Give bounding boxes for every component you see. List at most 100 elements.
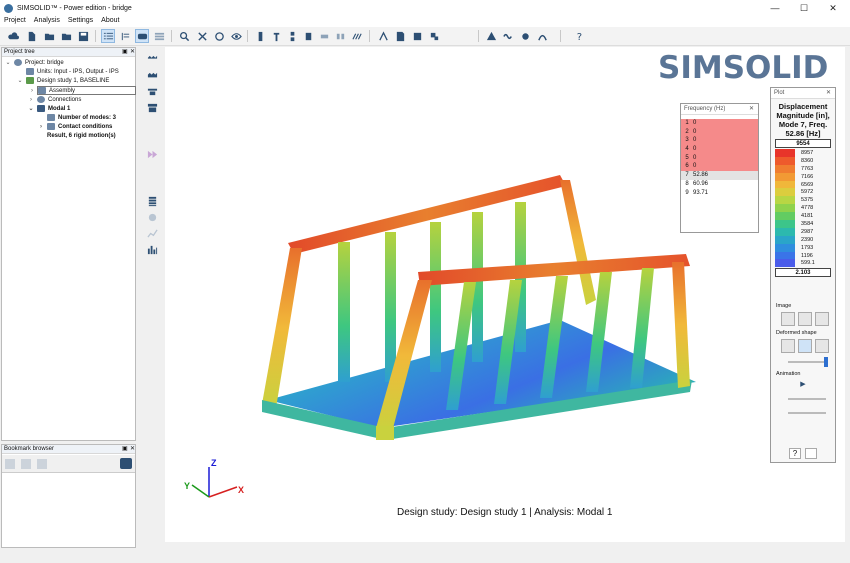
image-style-3-button[interactable] [815,312,829,327]
bookmark-browser-panel: Bookmark browser ▣ ✕ [1,444,136,548]
tree-item-design-study[interactable]: ⌄ Design study 1, BASELINE [17,77,109,86]
close-icon[interactable]: ✕ [826,88,831,99]
tree-item-modal[interactable]: ⌄ Modal 1 [28,105,70,114]
close-icon[interactable]: ✕ [130,445,135,454]
chart-icon[interactable] [393,29,407,43]
spring-connector-icon[interactable] [253,29,267,43]
legend-value: 2390 [801,236,814,243]
legend-swatch [775,180,795,189]
save-icon[interactable] [76,29,90,43]
legend-entry: 599.1 [775,259,835,268]
isolate-icon[interactable] [212,29,226,43]
properties-icon[interactable] [427,29,441,43]
joint-icon[interactable] [317,29,331,43]
bar-chart-icon[interactable] [146,243,159,255]
help-icon[interactable]: ? [572,29,586,43]
frequency-row[interactable]: 7 52.86 [681,171,758,180]
main-toolbar: ? [0,27,850,46]
zoom-select-icon[interactable] [177,29,191,43]
ruler-icon[interactable] [781,285,795,299]
frequency-row[interactable]: 50 [681,153,758,163]
load-icon[interactable] [146,54,159,66]
bolt-icon[interactable] [269,29,283,43]
tree-item-number-of-modes[interactable]: Number of modes: 3 [47,114,116,123]
menu-project[interactable]: Project [0,16,30,27]
delete-bookmark-icon[interactable] [37,459,47,469]
hatch-icon[interactable] [350,29,364,43]
frequency-row[interactable]: 30 [681,136,758,146]
thermal-load-icon[interactable] [146,101,159,113]
gravity-icon[interactable] [146,85,159,97]
tree-item-units[interactable]: Units: Input - IPS, Output - IPS [26,68,119,77]
tree-item-contact-conditions[interactable]: › Contact conditions [40,123,112,132]
forward-icon[interactable] [146,148,159,160]
measure-icon[interactable] [376,29,390,43]
animation-speed-slider[interactable] [776,396,830,402]
image-style-2-button[interactable] [798,312,812,327]
show-all-icon[interactable] [229,29,243,43]
camera-icon[interactable] [120,458,132,469]
contact-icon[interactable] [333,29,347,43]
close-button[interactable]: ✕ [818,0,848,16]
image-style-1-button[interactable] [781,312,795,327]
bookmark-browser-header: Bookmark browser ▣ ✕ [2,445,135,454]
new-file-icon[interactable] [24,29,38,43]
menu-analysis[interactable]: Analysis [30,16,64,27]
max-value[interactable]: 9554 [775,139,831,148]
export-button[interactable] [805,448,817,459]
overlay-button[interactable] [815,339,829,354]
minimize-button[interactable]: — [760,0,790,16]
mode-number: 4 [685,146,689,153]
lock-icon[interactable] [798,285,812,299]
edit-bookmark-icon[interactable] [21,459,31,469]
result-title: Displacement Magnitude [in], Mode 7, Fre… [776,102,830,138]
tree-item-connections[interactable]: › Connections [30,96,81,105]
display-mode-icon[interactable] [135,29,149,43]
bushing-icon[interactable] [301,29,315,43]
probe-icon[interactable] [815,285,829,299]
frequency-row[interactable]: 40 [681,145,758,154]
color-legend: 8957 8360 7763 7166 6569 5972 5375 4778 4181 3584… [771,149,835,268]
pressure-icon[interactable] [146,70,159,82]
tree-item-result[interactable]: Result, 6 rigid motion(s) [47,132,116,141]
list-view-icon[interactable] [118,29,132,43]
maximize-button[interactable]: ☐ [789,0,819,16]
tree-view-icon[interactable] [101,29,115,43]
min-value[interactable]: 2.103 [775,268,831,278]
weld-icon[interactable] [285,29,299,43]
undeformed-button[interactable] [781,339,795,354]
frequency-row[interactable]: 9 93.71 [681,189,758,198]
axis-z-label: Z [211,458,217,468]
deformed-button[interactable] [798,339,812,354]
folder-icon[interactable] [59,29,73,43]
layers-icon[interactable] [152,29,166,43]
frequency-row[interactable]: 10 [681,119,758,128]
add-bookmark-icon[interactable] [5,459,15,469]
cloud-icon[interactable] [6,29,20,43]
deformation-scale-slider[interactable] [776,357,830,368]
menu-about[interactable]: About [97,16,123,27]
dynamics-icon[interactable] [535,29,549,43]
play-button[interactable]: ▶ [771,380,835,388]
close-icon[interactable]: ✕ [130,48,135,57]
help-button[interactable]: ? [789,448,801,459]
tree-item-project[interactable]: ⌄ Project: bridge [5,59,64,68]
settings-list-icon[interactable] [146,195,159,207]
analysis-icon[interactable] [484,29,498,43]
menu-settings[interactable]: Settings [64,16,97,27]
tree-item-assembly[interactable]: › Assembly [31,86,136,95]
pin-icon[interactable]: ▣ [122,48,128,57]
frequency-row[interactable]: 60 [681,162,758,172]
close-icon[interactable]: ✕ [749,104,754,115]
pin-icon[interactable]: ▣ [122,445,128,454]
modal-analysis-icon[interactable] [501,29,515,43]
frequency-row[interactable]: 20 [681,127,758,137]
animation-frames-slider[interactable] [776,410,830,416]
thermal-icon[interactable] [518,29,532,43]
open-folder-icon[interactable] [42,29,56,43]
material-icon[interactable] [410,29,424,43]
probe-icon[interactable] [146,211,159,223]
hide-parts-icon[interactable] [195,29,209,43]
frequency-row[interactable]: 8 60.96 [681,180,758,189]
graph-icon[interactable] [146,227,159,239]
